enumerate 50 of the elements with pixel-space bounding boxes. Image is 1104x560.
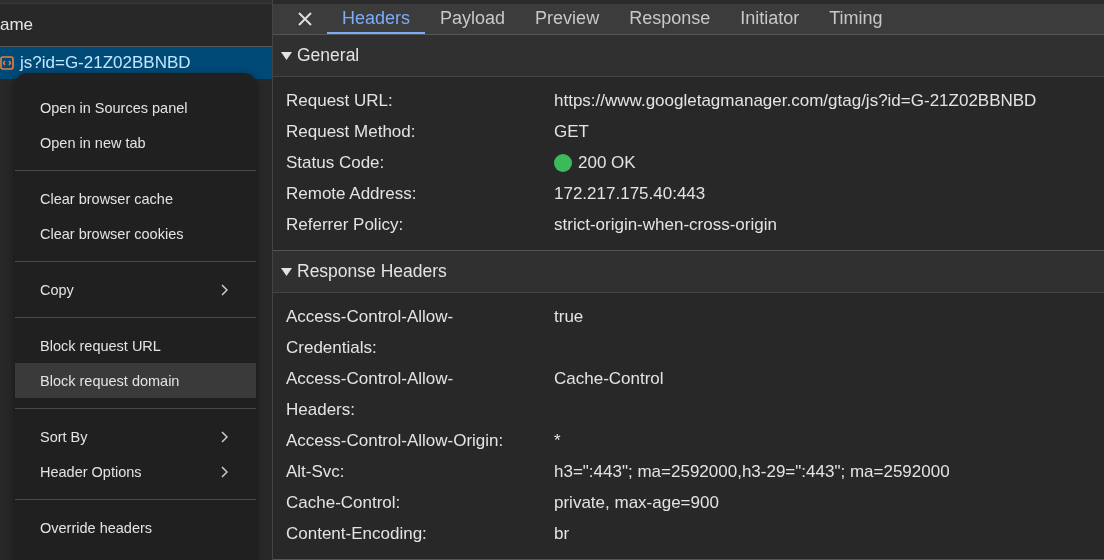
menu-item[interactable]: Copy bbox=[15, 272, 256, 307]
header-name: Access-Control-Allow-Headers: bbox=[286, 368, 455, 421]
header-name: Status Code: bbox=[286, 152, 386, 174]
menu-item[interactable]: Header Options bbox=[15, 454, 256, 489]
header-value: Cache-Control bbox=[554, 368, 664, 390]
chevron-right-icon bbox=[220, 430, 228, 443]
tab[interactable]: Payload bbox=[425, 4, 521, 34]
script-file-icon bbox=[0, 56, 14, 70]
menu-item[interactable]: Override headers bbox=[15, 510, 256, 545]
tab[interactable]: Initiator bbox=[725, 4, 815, 34]
header-name: Cache-Control: bbox=[286, 492, 402, 514]
menu-item[interactable]: Block request domain bbox=[15, 363, 256, 398]
header-name: Referrer Policy: bbox=[286, 214, 405, 236]
menu-item[interactable]: Block request URL bbox=[15, 328, 256, 363]
menu-item[interactable]: Open in Sources panel bbox=[15, 90, 256, 125]
menu-item[interactable]: Clear browser cache bbox=[15, 181, 256, 216]
menu-item[interactable]: Clear browser cookies bbox=[15, 216, 256, 251]
request-name: js?id=G-21Z02BBNBD bbox=[20, 53, 191, 73]
header-name: Remote Address: bbox=[286, 183, 418, 205]
tab[interactable]: Timing bbox=[814, 4, 898, 34]
header-value: h3=":443"; ma=2592000,h3-29=":443"; ma=2592000 bbox=[554, 461, 950, 483]
section-title: General bbox=[297, 45, 360, 66]
header-value: https://www.googletagmanager.com/gtag/js?id=G-21Z02BBNBD bbox=[554, 90, 1037, 112]
header-name: Alt-Svc: bbox=[286, 461, 346, 483]
header-name: Request Method: bbox=[286, 121, 417, 143]
header-value: strict-origin-when-cross-origin bbox=[554, 214, 777, 236]
header-name: Access-Control-Allow-Credentials: bbox=[286, 306, 455, 359]
chevron-right-icon bbox=[220, 283, 228, 296]
chevron-right-icon bbox=[220, 465, 228, 478]
tab[interactable]: Response bbox=[614, 4, 726, 34]
triangle-icon bbox=[281, 266, 292, 277]
header-value: private, max-age=900 bbox=[554, 492, 719, 514]
header-name: Request URL: bbox=[286, 90, 394, 112]
header-value: * bbox=[554, 430, 561, 452]
header-value: br bbox=[554, 523, 570, 545]
section-header[interactable]: General bbox=[273, 35, 1104, 77]
header-value: GET bbox=[554, 121, 589, 143]
menu-item[interactable]: Open in new tab bbox=[15, 125, 256, 160]
header-value: 200 OK bbox=[554, 147, 636, 178]
header-name: Content-Encoding: bbox=[286, 523, 428, 545]
tab[interactable]: Preview bbox=[520, 4, 615, 34]
triangle-icon bbox=[281, 50, 292, 61]
section-header[interactable]: Response Headers bbox=[273, 251, 1104, 293]
header-value: 172.217.175.40:443 bbox=[554, 183, 706, 205]
header-value: true bbox=[554, 306, 584, 328]
close-icon bbox=[297, 11, 313, 27]
section-title: Response Headers bbox=[297, 261, 447, 282]
status-dot-icon bbox=[554, 153, 572, 172]
header-name: Access-Control-Allow-Origin: bbox=[286, 430, 505, 452]
menu-item[interactable]: Sort By bbox=[15, 419, 256, 454]
